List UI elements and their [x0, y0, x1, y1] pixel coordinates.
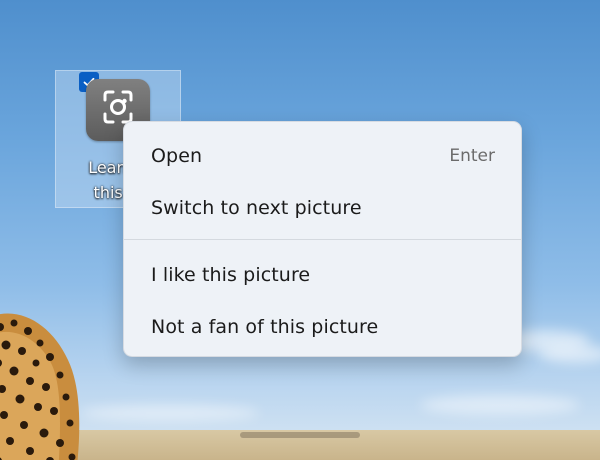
menu-item-shortcut: Enter [449, 146, 495, 166]
cheetah-image [0, 313, 80, 460]
desktop-background: Learn a this pi Open Enter Switch to nex… [0, 0, 600, 460]
menu-item-switch-to-next-picture[interactable]: Switch to next picture [130, 186, 515, 230]
context-menu: Open Enter Switch to next picture I like… [123, 121, 522, 357]
menu-item-label: I like this picture [151, 264, 311, 286]
menu-item-label: Not a fan of this picture [151, 316, 379, 338]
cloud [80, 405, 260, 421]
menu-item-like-this-picture[interactable]: I like this picture [130, 253, 515, 297]
distant-trees [240, 432, 360, 438]
menu-item-open[interactable]: Open Enter [130, 134, 515, 178]
menu-separator [124, 239, 521, 240]
menu-item-label: Switch to next picture [151, 197, 362, 219]
menu-item-label: Open [151, 145, 203, 167]
menu-item-not-a-fan[interactable]: Not a fan of this picture [130, 305, 515, 349]
cloud [540, 345, 600, 363]
cloud [420, 395, 580, 415]
